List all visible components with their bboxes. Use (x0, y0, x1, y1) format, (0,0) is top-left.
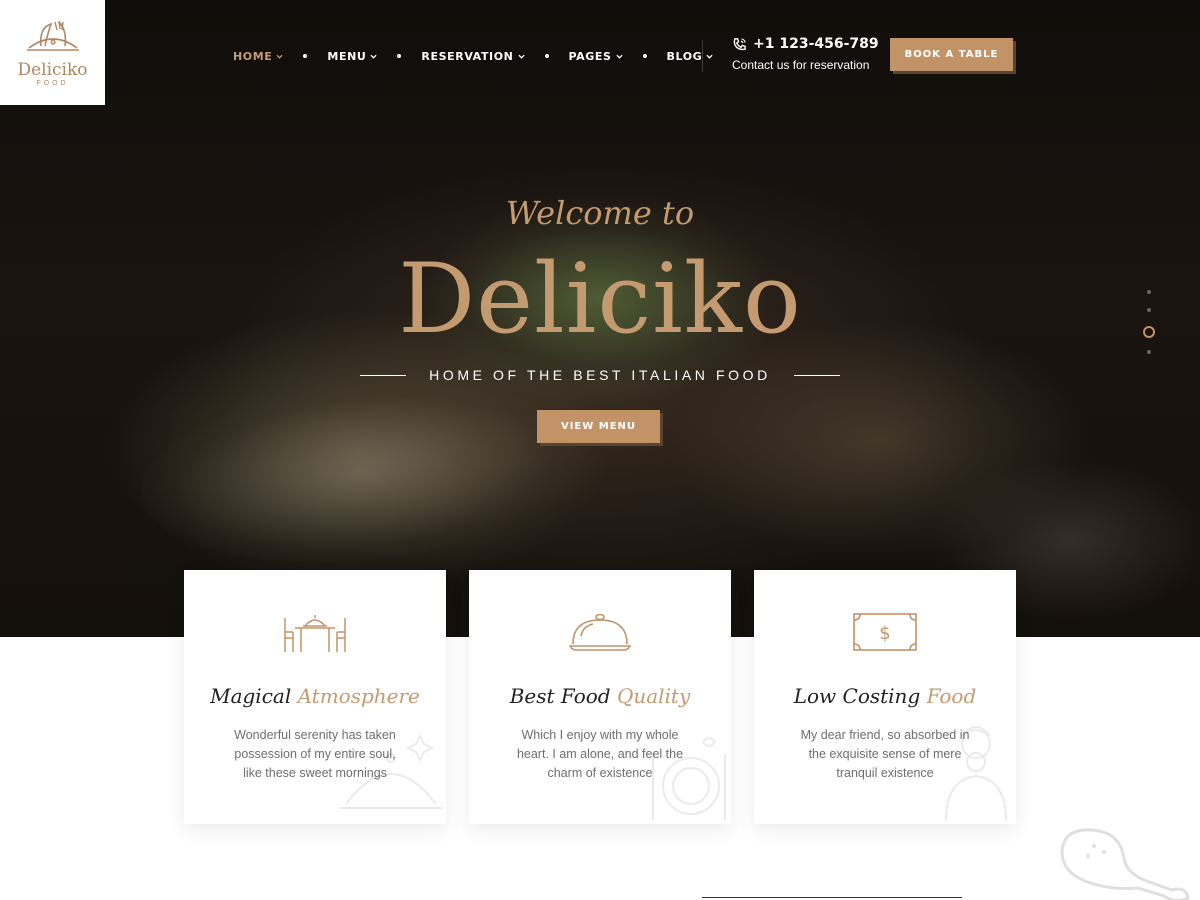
chevron-down-icon (615, 54, 623, 59)
nav-item-label: HOME (233, 49, 273, 63)
tagline-right-line (794, 374, 840, 376)
plate-watermark-icon (652, 737, 726, 820)
nav-separator-dot (544, 54, 549, 58)
dollar-bill-icon: $ (853, 613, 917, 651)
feature-card-atmosphere: Magical Atmosphere Wonderful serenity ha… (184, 570, 446, 824)
hero-title: Deliciko (398, 243, 802, 355)
book-table-button[interactable]: BOOK A TABLE (890, 38, 1013, 71)
chevron-down-icon (517, 54, 525, 59)
logo-name: Deliciko (17, 60, 88, 80)
feature-card-low-cost: $ Low Costing Food My dear friend, so ab… (754, 570, 1016, 824)
feature-title: Low Costing Food (793, 684, 977, 708)
header-divider (702, 40, 703, 72)
nav-item-reservation[interactable]: RESERVATION (421, 49, 525, 63)
contact-info: +1 123-456-789 Contact us for reservatio… (732, 36, 879, 72)
nav-item-label: RESERVATION (421, 49, 514, 63)
nav-item-label: PAGES (568, 49, 612, 63)
nav-item-label: BLOG (666, 49, 703, 63)
nav-separator-dot (303, 54, 308, 58)
chef-watermark-icon (945, 726, 1007, 821)
nav-separator-dot (642, 54, 647, 58)
contact-phone-number[interactable]: +1 123-456-789 (753, 36, 879, 52)
hero-welcome-text: Welcome to (505, 194, 695, 232)
nav-item-menu[interactable]: MENU (327, 49, 378, 63)
hero-section: Deliciko FOOD HOME MENU RESERVATION PAGE… (0, 0, 1200, 637)
cloche-watermark-icon (340, 733, 442, 809)
hero-food-plate-left (132, 362, 593, 583)
logo-subtitle: FOOD (36, 80, 69, 87)
nav-item-pages[interactable]: PAGES (569, 50, 623, 63)
phone-icon (733, 37, 746, 50)
slider-dot-4[interactable] (1147, 350, 1151, 354)
plate-cutlery-logo-icon (26, 20, 79, 51)
chevron-down-icon (276, 54, 284, 59)
slider-dot-2[interactable] (1147, 308, 1151, 312)
slider-dot-3[interactable] (1143, 326, 1155, 338)
main-nav: HOME MENU RESERVATION PAGES BLOG (233, 48, 713, 64)
nav-item-label: MENU (327, 49, 367, 63)
slider-dot-1[interactable] (1147, 290, 1151, 294)
feature-title: Best Food Quality (509, 684, 691, 708)
tagline-left-line (360, 374, 406, 376)
svg-text:$: $ (879, 623, 890, 644)
hero-tagline-row: HOME OF THE BEST ITALIAN FOOD (360, 366, 840, 384)
chevron-down-icon (370, 54, 378, 59)
view-menu-button[interactable]: VIEW MENU (537, 410, 660, 443)
dining-table-icon (284, 615, 346, 652)
chicken-leg-decoration-icon (1060, 828, 1190, 900)
hero-tagline: HOME OF THE BEST ITALIAN FOOD (429, 367, 771, 383)
chevron-down-icon (706, 54, 713, 59)
section-divider-line (702, 897, 962, 898)
feature-title: Magical Atmosphere (210, 684, 420, 708)
hero-slider-dots (1142, 290, 1156, 368)
feature-card-quality: Best Food Quality Which I enjoy with my … (469, 570, 731, 824)
nav-item-blog[interactable]: BLOG (667, 50, 714, 63)
nav-item-home[interactable]: HOME (233, 49, 284, 63)
site-logo[interactable]: Deliciko FOOD (0, 0, 105, 105)
cloche-icon (569, 613, 631, 651)
contact-subtitle: Contact us for reservation (732, 58, 870, 72)
nav-separator-dot (397, 54, 402, 58)
